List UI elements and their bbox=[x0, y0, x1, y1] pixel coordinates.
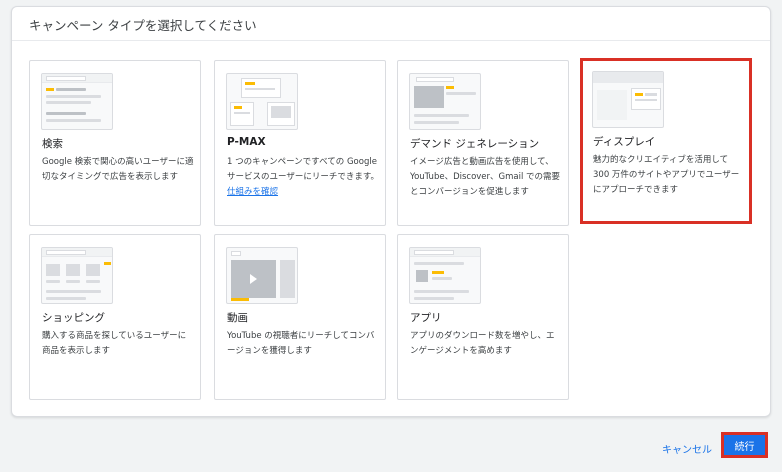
app-thumbnail-icon bbox=[409, 247, 481, 304]
panel-title: キャンペーン タイプを選択してください bbox=[12, 7, 770, 41]
card-description: アプリのダウンロード数を増やし、エンゲージメントを高めます bbox=[410, 331, 555, 356]
card-description: 購入する商品を探しているユーザーに商品を表示します bbox=[42, 331, 187, 356]
card-demand-gen[interactable]: デマンド ジェネレーション イメージ広告と動画広告を使用して、YouTube、D… bbox=[397, 60, 569, 226]
video-thumbnail-icon bbox=[226, 247, 298, 304]
pmax-thumbnail-icon bbox=[226, 73, 298, 130]
card-title: アプリ bbox=[410, 312, 442, 324]
demand-gen-thumbnail-icon bbox=[409, 73, 481, 130]
card-title: P-MAX bbox=[227, 136, 266, 148]
card-description: イメージ広告と動画広告を使用して、YouTube、Discover、Gmail … bbox=[410, 157, 561, 197]
card-description: 1 つのキャンペーンですべての Google サービスのユーザーにリーチできます… bbox=[227, 157, 379, 197]
learn-more-link[interactable]: 仕組みを確認 bbox=[227, 187, 278, 197]
card-shopping[interactable]: ショッピング 購入する商品を探しているユーザーに商品を表示します bbox=[29, 234, 201, 400]
search-thumbnail-icon bbox=[41, 73, 113, 130]
shopping-thumbnail-icon bbox=[41, 247, 113, 304]
card-description: 魅力的なクリエイティブを活用して 300 万件のサイトやアプリでユーザーにアプロ… bbox=[593, 155, 740, 195]
continue-button[interactable]: 続行 bbox=[721, 432, 768, 458]
card-title: 動画 bbox=[227, 312, 248, 324]
card-app[interactable]: アプリ アプリのダウンロード数を増やし、エンゲージメントを高めます bbox=[397, 234, 569, 400]
display-thumbnail-icon bbox=[592, 71, 664, 128]
card-title: 検索 bbox=[42, 138, 63, 150]
card-display[interactable]: ディスプレイ 魅力的なクリエイティブを活用して 300 万件のサイトやアプリでユ… bbox=[580, 58, 752, 224]
card-title: ショッピング bbox=[42, 312, 105, 324]
card-title: ディスプレイ bbox=[593, 136, 656, 148]
card-description: YouTube の視聴者にリーチしてコンバージョンを獲得します bbox=[227, 331, 375, 356]
card-pmax[interactable]: P-MAX 1 つのキャンペーンですべての Google サービスのユーザーにリ… bbox=[214, 60, 386, 226]
card-title: デマンド ジェネレーション bbox=[410, 138, 540, 150]
cancel-button[interactable]: キャンセル bbox=[662, 441, 712, 456]
card-video[interactable]: 動画 YouTube の視聴者にリーチしてコンバージョンを獲得します bbox=[214, 234, 386, 400]
card-search[interactable]: 検索 Google 検索で関心の高いユーザーに適切なタイミングで広告を表示します bbox=[29, 60, 201, 226]
card-description: Google 検索で関心の高いユーザーに適切なタイミングで広告を表示します bbox=[42, 157, 194, 182]
